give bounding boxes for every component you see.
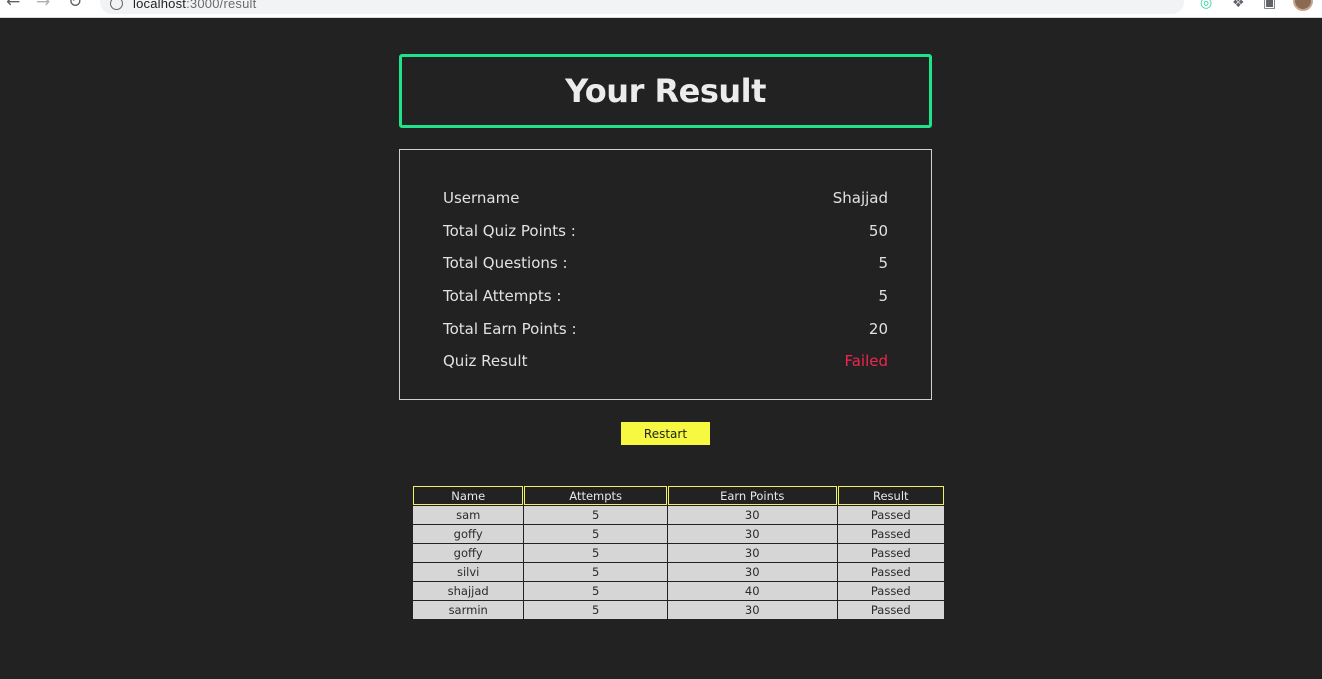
table-row: sarmin 5 30 Passed: [413, 601, 944, 619]
quiz-result-status: Failed: [844, 352, 888, 371]
summary-label: Total Earn Points :: [443, 319, 577, 338]
column-header-name: Name: [413, 486, 524, 505]
cell-attempts: 5: [524, 582, 667, 600]
cell-result: Passed: [837, 582, 944, 600]
extensions-puzzle-icon[interactable]: ❖: [1232, 0, 1245, 11]
cell-earn-points: 30: [667, 506, 837, 524]
extension-fingerprint-icon[interactable]: ◎: [1200, 0, 1212, 11]
summary-label: Total Questions :: [443, 254, 568, 273]
cell-name: sarmin: [413, 601, 524, 619]
cell-earn-points: 40: [667, 582, 837, 600]
cell-result: Passed: [837, 601, 944, 619]
site-info-icon[interactable]: [110, 0, 123, 10]
page-title: Your Result: [565, 72, 766, 110]
summary-value: 5: [878, 254, 888, 273]
table-row: goffy 5 30 Passed: [413, 525, 944, 543]
summary-row-total-quiz-points: Total Quiz Points : 50: [443, 215, 888, 248]
cell-earn-points: 30: [667, 544, 837, 562]
summary-label: Total Attempts :: [443, 287, 562, 306]
results-table: Name Attempts Earn Points Result sam 5 3…: [412, 485, 945, 620]
table-header-row: Name Attempts Earn Points Result: [413, 486, 944, 505]
column-header-attempts: Attempts: [524, 486, 667, 505]
summary-value: 50: [868, 221, 888, 240]
cell-earn-points: 30: [667, 563, 837, 581]
table-row: goffy 5 30 Passed: [413, 544, 944, 562]
summary-label: Quiz Result: [443, 352, 528, 371]
table-row: silvi 5 30 Passed: [413, 563, 944, 581]
result-title-box: Your Result: [399, 54, 932, 128]
cell-earn-points: 30: [667, 525, 837, 543]
cell-result: Passed: [837, 544, 944, 562]
bookmark-star-icon[interactable]: ☆: [1160, 0, 1173, 1]
summary-row-total-earn-points: Total Earn Points : 20: [443, 312, 888, 345]
profile-avatar[interactable]: [1293, 0, 1313, 11]
summary-label: Username: [443, 189, 520, 208]
cell-result: Passed: [837, 506, 944, 524]
column-header-result: Result: [837, 486, 944, 505]
cell-result: Passed: [837, 525, 944, 543]
cell-attempts: 5: [524, 544, 667, 562]
cell-name: goffy: [413, 525, 524, 543]
cell-name: goffy: [413, 544, 524, 562]
cell-name: silvi: [413, 563, 524, 581]
summary-row-quiz-result: Quiz Result Failed: [443, 345, 888, 378]
summary-value: 5: [878, 287, 888, 306]
summary-label: Total Quiz Points :: [443, 221, 576, 240]
summary-row-username: Username Shajjad: [443, 182, 888, 215]
summary-value: 20: [868, 319, 888, 338]
restart-button[interactable]: Restart: [621, 422, 710, 445]
cell-name: shajjad: [413, 582, 524, 600]
zoom-icon[interactable]: ⚲: [1096, 0, 1106, 1]
share-icon[interactable]: ↗: [1128, 0, 1140, 1]
cell-attempts: 5: [524, 525, 667, 543]
url-path: :3000/result: [186, 0, 257, 11]
url-text: localhost:3000/result: [133, 0, 256, 11]
cell-attempts: 5: [524, 563, 667, 581]
url-host: localhost: [133, 0, 187, 11]
reload-icon[interactable]: ↻: [68, 0, 82, 11]
result-summary-card: Username Shajjad Total Quiz Points : 50 …: [399, 149, 932, 400]
table-row: sam 5 30 Passed: [413, 506, 944, 524]
cell-name: sam: [413, 506, 524, 524]
table-row: shajjad 5 40 Passed: [413, 582, 944, 600]
address-bar[interactable]: localhost:3000/result ⚲ ↗ ☆: [100, 0, 1184, 14]
cell-attempts: 5: [524, 506, 667, 524]
forward-icon[interactable]: →: [36, 0, 50, 11]
side-panel-icon[interactable]: ▣: [1263, 0, 1276, 11]
summary-row-total-attempts: Total Attempts : 5: [443, 280, 888, 313]
browser-toolbar: ← → ↻ localhost:3000/result ⚲ ↗ ☆ ◎ ❖ ▣: [0, 0, 1322, 18]
summary-value: Shajjad: [832, 189, 888, 208]
column-header-earn-points: Earn Points: [667, 486, 837, 505]
cell-attempts: 5: [524, 601, 667, 619]
back-icon[interactable]: ←: [6, 0, 20, 11]
cell-earn-points: 30: [667, 601, 837, 619]
summary-row-total-questions: Total Questions : 5: [443, 247, 888, 280]
cell-result: Passed: [837, 563, 944, 581]
